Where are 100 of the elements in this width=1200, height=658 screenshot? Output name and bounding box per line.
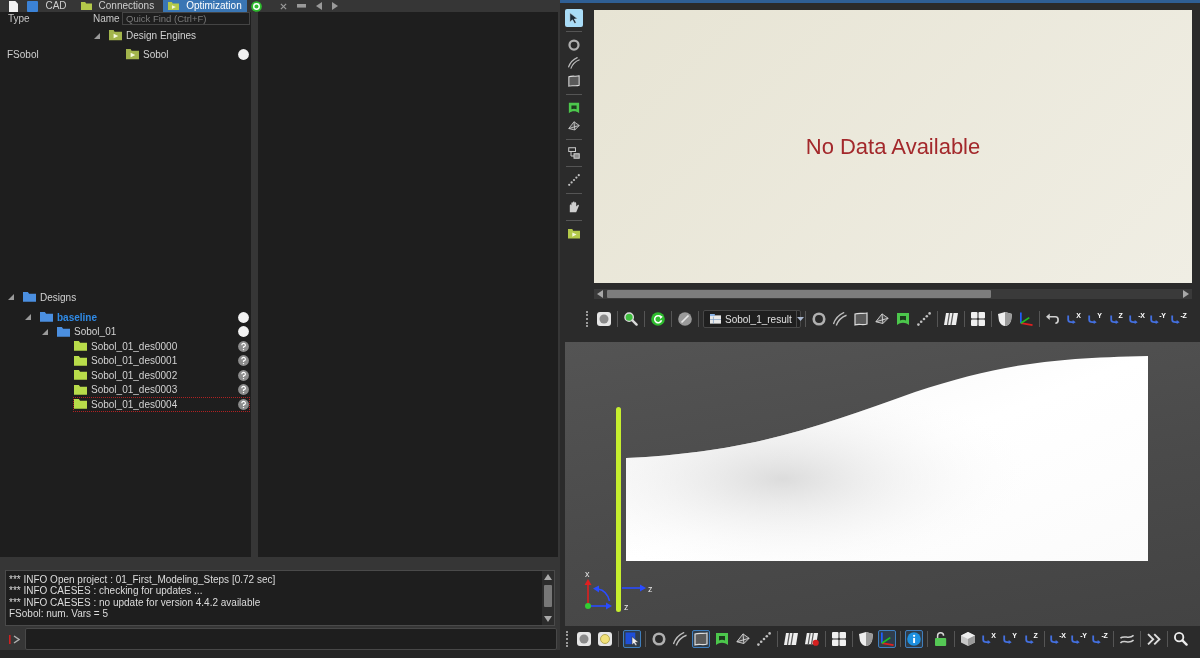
axes-button[interactable] — [1017, 310, 1035, 328]
circle-button[interactable] — [595, 310, 613, 328]
columns-hidden-button[interactable] — [803, 630, 821, 648]
hierarchy-button[interactable] — [565, 144, 583, 162]
point-button[interactable] — [565, 36, 583, 54]
folder-icon — [74, 370, 87, 381]
page-icon[interactable] — [9, 0, 19, 12]
column-header: Name — [93, 13, 121, 24]
circle-button[interactable] — [575, 630, 593, 648]
left-triangle-icon[interactable] — [315, 2, 322, 10]
tree-item[interactable]: Sobol_01_des0002 — [74, 368, 249, 382]
zoom-button[interactable] — [622, 310, 640, 328]
tree-item[interactable]: Sobol_01 — [57, 325, 249, 339]
expanded-arrow-icon[interactable] — [42, 328, 48, 335]
scroll-left-icon[interactable] — [597, 290, 603, 298]
disabled-icon — [678, 312, 692, 326]
column-header: Type — [7, 13, 31, 24]
rotate-view-icon — [982, 634, 992, 644]
tree-item[interactable]: Sobol_01_des0003 — [74, 383, 249, 397]
light-button[interactable] — [596, 630, 614, 648]
point-button[interactable] — [810, 310, 828, 328]
double-chevron-icon — [1147, 632, 1161, 646]
point-button[interactable] — [650, 630, 668, 648]
patch-button[interactable] — [894, 310, 912, 328]
tree-item[interactable]: baseline — [40, 310, 249, 324]
patch-button[interactable] — [713, 630, 731, 648]
scroll-right-icon[interactable] — [1183, 290, 1189, 298]
solid-icon — [875, 313, 889, 325]
folder-icon — [74, 341, 87, 352]
expanded-arrow-icon[interactable] — [94, 32, 100, 39]
columns-button[interactable] — [782, 630, 800, 648]
tree-item[interactable]: Sobol_01_des0001 — [74, 354, 249, 368]
rotate-view-icon — [1024, 634, 1034, 644]
close-icon[interactable] — [279, 2, 287, 10]
scrollbar-thumb[interactable] — [544, 585, 552, 607]
point-icon — [812, 312, 826, 326]
folder-icon — [74, 384, 87, 395]
result-dropdown[interactable]: Sobol_1_result — [703, 310, 801, 328]
right-triangle-icon[interactable] — [331, 2, 338, 10]
search-button[interactable] — [1172, 630, 1190, 648]
columns-icon — [944, 312, 958, 326]
shield-button[interactable] — [857, 630, 875, 648]
surface-button[interactable] — [565, 72, 583, 90]
axes-button[interactable] — [878, 630, 896, 648]
type-cell-text: FSobol — [6, 49, 40, 60]
tab[interactable]: Optimization — [163, 0, 247, 12]
expanded-arrow-icon[interactable] — [25, 314, 31, 321]
grip-handle[interactable] — [566, 631, 569, 647]
tree-item[interactable]: Design Engines — [109, 29, 249, 42]
undo-icon — [1046, 313, 1060, 325]
refresh-button[interactable] — [649, 310, 667, 328]
scrollbar[interactable] — [594, 289, 1192, 299]
dotted-line-button[interactable] — [565, 171, 583, 189]
expanded-arrow-icon[interactable] — [8, 294, 14, 301]
curve-button[interactable] — [565, 54, 583, 72]
log-line: *** INFO Open project : 01_First_Modeling_Steps [0.72 sec] — [9, 574, 277, 586]
pick-button[interactable] — [623, 630, 641, 648]
grid-button[interactable] — [830, 630, 848, 648]
circle-icon — [577, 632, 591, 646]
search-icon — [1174, 632, 1188, 646]
surface-button[interactable] — [692, 630, 710, 648]
scrollbar-thumb[interactable] — [607, 290, 991, 298]
tree-item[interactable]: Designs — [23, 290, 249, 304]
hierarchy-icon — [568, 147, 580, 159]
tab[interactable]: CAD — [22, 0, 72, 12]
curve-button[interactable] — [831, 310, 849, 328]
tree-item[interactable]: Sobol_01_des0000 — [74, 339, 249, 353]
scrollbar[interactable] — [542, 571, 554, 625]
grid-button[interactable] — [969, 310, 987, 328]
axes-icon — [1019, 312, 1033, 326]
circle-icon[interactable] — [250, 0, 262, 12]
info-button[interactable] — [905, 630, 923, 648]
rotate-view-icon — [1067, 314, 1077, 324]
axes-icon — [880, 632, 894, 646]
command-input[interactable] — [25, 628, 557, 650]
z-axis-arrow — [621, 584, 646, 592]
surface-button[interactable] — [852, 310, 870, 328]
dotted-line-button[interactable] — [915, 310, 933, 328]
grip-handle[interactable] — [586, 311, 589, 327]
info-icon — [907, 632, 921, 646]
cursor-button[interactable] — [565, 9, 583, 27]
search-field[interactable]: Quick Find (Ctrl+F) — [122, 12, 250, 25]
circle-icon — [597, 312, 611, 326]
scroll-down-icon[interactable] — [544, 616, 552, 622]
tab[interactable]: Connections — [75, 0, 160, 12]
tree-item[interactable]: Sobol — [126, 48, 249, 61]
columns-hidden-icon — [805, 632, 819, 646]
cube-button[interactable] — [959, 630, 977, 648]
columns-button[interactable] — [942, 310, 960, 328]
log-line: FSobol: num. Vars = 5 — [9, 607, 110, 620]
curve-icon — [833, 312, 847, 326]
rotate-view-icon — [1071, 634, 1081, 644]
dotted-line-button[interactable] — [755, 630, 773, 648]
scroll-up-icon[interactable] — [544, 574, 552, 580]
shield-button[interactable] — [996, 310, 1014, 328]
minimize-icon[interactable] — [296, 4, 306, 8]
wave-icon — [1120, 633, 1134, 645]
tree-item[interactable]: Sobol_01_des0004 — [74, 397, 249, 411]
curve-button[interactable] — [671, 630, 689, 648]
prompt-icon — [9, 633, 20, 645]
